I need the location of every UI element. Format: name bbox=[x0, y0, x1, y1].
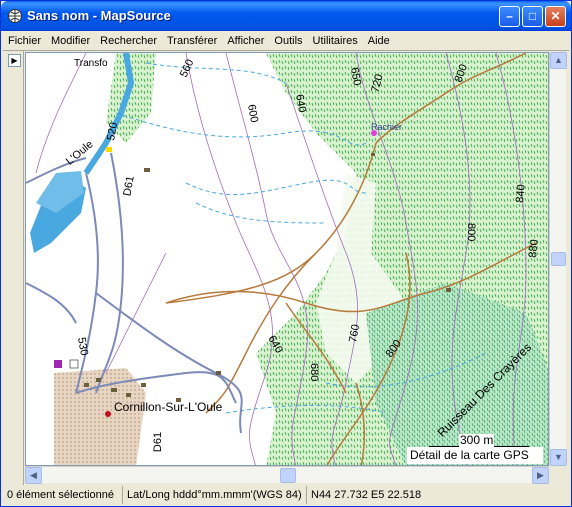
contour-600: 600 bbox=[245, 103, 260, 123]
contour-880: 880 bbox=[527, 239, 541, 258]
poi-marker-icon bbox=[54, 360, 62, 368]
scroll-up-arrow-icon[interactable]: ▲ bbox=[550, 52, 567, 69]
menu-outils[interactable]: Outils bbox=[269, 35, 307, 47]
contour-680: 680 bbox=[308, 363, 320, 381]
scroll-right-arrow-icon[interactable]: ▶ bbox=[532, 467, 549, 484]
camillon-poi-icon bbox=[105, 411, 111, 417]
menu-utilitaires[interactable]: Utilitaires bbox=[308, 35, 363, 47]
menu-transferer[interactable]: Transférer bbox=[162, 35, 222, 47]
status-selection: 0 élément sélectionné bbox=[3, 486, 123, 504]
label-camillon: Cornillon-Sur-L'Oule bbox=[114, 400, 223, 414]
close-button[interactable]: ✕ bbox=[545, 6, 566, 27]
contour-520: 520 bbox=[105, 121, 120, 141]
size-grip bbox=[549, 466, 566, 483]
menu-modifier[interactable]: Modifier bbox=[46, 35, 95, 47]
scroll-left-arrow-icon[interactable]: ◀ bbox=[25, 467, 42, 484]
vertical-scrollbar[interactable]: ▲ ▼ bbox=[549, 52, 567, 466]
contour-560: 560 bbox=[178, 58, 197, 80]
status-format: Lat/Long hddd°mm.mmm'(WGS 84) bbox=[123, 486, 307, 504]
horizontal-scrollbar[interactable]: ◀ ▶ bbox=[25, 466, 549, 484]
maximize-button[interactable]: □ bbox=[522, 6, 543, 27]
menu-afficher[interactable]: Afficher bbox=[222, 35, 269, 47]
horizontal-scroll-thumb[interactable] bbox=[280, 468, 296, 483]
scroll-down-arrow-icon[interactable]: ▼ bbox=[550, 449, 567, 466]
poi-marker-icon-3 bbox=[106, 147, 112, 152]
mapsource-window: Sans nom - MapSource – □ ✕ Fichier Modif… bbox=[0, 0, 572, 507]
menu-rechercher[interactable]: Rechercher bbox=[95, 35, 162, 47]
menu-aide[interactable]: Aide bbox=[363, 35, 395, 47]
contour-840: 840 bbox=[514, 184, 528, 203]
window-title: Sans nom - MapSource bbox=[27, 8, 171, 23]
scale-label: 300 m bbox=[459, 433, 495, 447]
map-detail-label: Détail de la carte GPS bbox=[407, 447, 543, 464]
menu-fichier[interactable]: Fichier bbox=[3, 35, 46, 47]
label-rachier: Rachier bbox=[371, 122, 403, 132]
menu-bar: Fichier Modifier Rechercher Transférer A… bbox=[3, 31, 569, 50]
label-transfo: Transfo bbox=[74, 58, 108, 69]
status-bar: 0 élément sélectionné Lat/Long hddd°mm.m… bbox=[3, 486, 569, 504]
menu-separator bbox=[3, 50, 569, 51]
side-panel: ▶ bbox=[3, 51, 24, 485]
contour-530: 530 bbox=[75, 336, 90, 356]
vertical-scroll-thumb[interactable] bbox=[551, 252, 566, 266]
title-bar[interactable]: Sans nom - MapSource – □ ✕ bbox=[1, 1, 571, 31]
map-view[interactable]: 560 600 640 650 720 800 840 800 880 640 … bbox=[25, 52, 549, 466]
status-coords: N44 27.732 E5 22.518 bbox=[311, 489, 422, 501]
expand-panel-button[interactable]: ▶ bbox=[8, 54, 21, 67]
minimize-button[interactable]: – bbox=[499, 6, 520, 27]
contour-800-b: 800 bbox=[465, 223, 477, 241]
poi-marker-icon-2 bbox=[69, 359, 79, 369]
app-icon bbox=[8, 9, 22, 23]
label-road-d61c: D61 bbox=[152, 431, 165, 453]
